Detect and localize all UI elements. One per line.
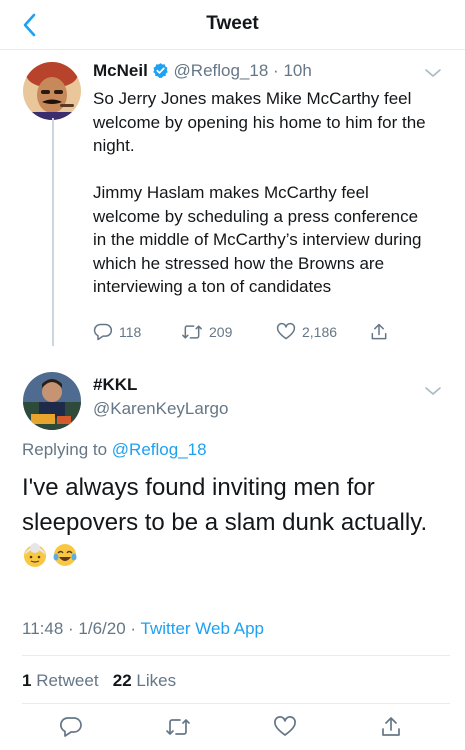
retweet-icon	[182, 325, 202, 339]
reply-count: 118	[119, 324, 142, 340]
likes-stat[interactable]: 22 Likes	[113, 671, 176, 690]
retweet-label: Retweet	[36, 671, 99, 690]
tweet2-actions	[0, 712, 465, 742]
like-count: 22	[112, 671, 132, 690]
avatar-image	[23, 372, 81, 430]
tweet2-meta: 11:48 · 1/6/20 · Twitter Web App	[22, 619, 264, 639]
share-icon	[382, 717, 400, 736]
tweet2-text: I've always found inviting men for sleep…	[22, 474, 428, 536]
tweet1-text: So Jerry Jones makes Mike McCarthy feel …	[93, 89, 426, 296]
retweet-button[interactable]	[163, 712, 193, 742]
retweet-count: 209	[209, 324, 233, 340]
like-button[interactable]: 2,186	[276, 322, 337, 342]
thread-line	[52, 118, 54, 346]
retweet-icon	[166, 719, 190, 735]
like-icon	[276, 322, 296, 340]
replying-to-link[interactable]: @Reflog_18	[112, 440, 207, 459]
tweet2-handle[interactable]: @KarenKeyLargo	[93, 399, 228, 419]
tweet1-separator: ·	[273, 61, 279, 80]
reply-icon	[59, 717, 82, 737]
share-icon	[371, 323, 387, 340]
tweet1-name[interactable]: McNeil	[93, 61, 148, 80]
laughing-tears-emoji	[53, 544, 77, 566]
reply-icon	[93, 323, 113, 341]
top-bar: Tweet	[0, 0, 465, 50]
replying-prefix: Replying to	[22, 440, 108, 459]
share-button[interactable]	[376, 712, 406, 742]
older-woman-emoji	[24, 543, 46, 567]
meta-separator: ·	[130, 619, 137, 638]
like-icon	[274, 716, 296, 736]
tweet2-time: 11:48	[22, 619, 64, 638]
tweet2-stats: 1 Retweet 22 Likes	[22, 671, 176, 691]
like-button[interactable]	[270, 712, 300, 742]
verified-badge-icon	[153, 63, 168, 79]
page-title: Tweet	[206, 13, 259, 34]
tweet2-name[interactable]: #KKL	[93, 375, 137, 395]
retweet-count: 1	[22, 671, 32, 690]
tweet1-time[interactable]: 10h	[283, 61, 311, 80]
emoji-row	[22, 542, 78, 568]
replying-to: Replying to @Reflog_18	[22, 440, 207, 460]
reply-button[interactable]	[56, 712, 86, 742]
like-label: Likes	[136, 671, 177, 690]
tweet1-header: McNeil @Reflog_18 · 10h	[93, 61, 312, 81]
meta-separator: ·	[68, 619, 74, 638]
tweet1-handle[interactable]: @Reflog_18	[174, 61, 269, 80]
avatar-mcneil[interactable]	[23, 62, 81, 120]
retweets-stat[interactable]: 1 Retweet	[22, 671, 99, 690]
chevron-down-icon[interactable]	[423, 66, 443, 80]
divider	[22, 655, 450, 656]
like-count: 2,186	[302, 324, 338, 340]
tweet1-actions: 118 209 2,186	[93, 322, 413, 346]
retweet-button[interactable]: 209	[181, 322, 232, 342]
reply-button[interactable]: 118	[93, 322, 141, 342]
chevron-down-icon[interactable]	[423, 384, 443, 398]
avatar-image	[23, 62, 81, 120]
divider	[22, 703, 450, 704]
tweet2-source-app[interactable]: Twitter Web App	[141, 619, 264, 638]
avatar-kkl[interactable]	[23, 372, 81, 430]
tweet2-date: 1/6/20	[78, 619, 126, 638]
share-button[interactable]	[369, 322, 389, 342]
